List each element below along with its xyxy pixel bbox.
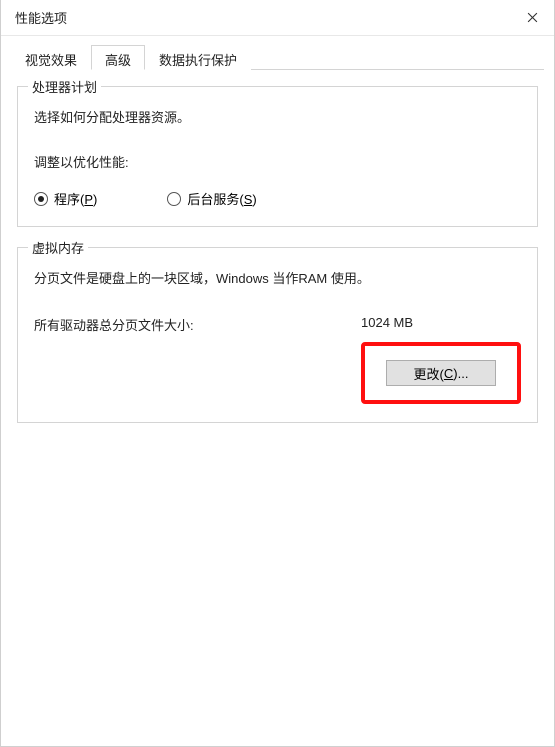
processor-desc: 选择如何分配处理器资源。 <box>34 107 521 126</box>
vm-total-value: 1024 MB <box>361 315 521 334</box>
radio-programs-circle <box>34 192 48 206</box>
processor-adjust-label: 调整以优化性能: <box>34 152 521 171</box>
radio-background-label: 后台服务(S) <box>187 189 256 208</box>
vm-total-label: 所有驱动器总分页文件大小: <box>34 315 361 334</box>
tab-advanced[interactable]: 高级 <box>91 45 145 70</box>
group-vm-legend: 虚拟内存 <box>28 238 88 257</box>
group-processor-legend: 处理器计划 <box>28 77 101 96</box>
vm-total-row: 所有驱动器总分页文件大小: 1024 MB <box>34 315 521 334</box>
change-button-highlight: 更改(C)... <box>361 342 521 404</box>
vm-desc: 分页文件是硬盘上的一块区域，Windows 当作RAM 使用。 <box>34 268 521 287</box>
radio-background[interactable]: 后台服务(S) <box>167 189 256 208</box>
radio-programs-label: 程序(P) <box>54 189 97 208</box>
close-icon <box>527 12 538 23</box>
radio-programs[interactable]: 程序(P) <box>34 189 97 208</box>
edge-shadow <box>0 0 1 746</box>
change-button[interactable]: 更改(C)... <box>386 360 496 386</box>
content: 视觉效果 高级 数据执行保护 处理器计划 选择如何分配处理器资源。 调整以优化性… <box>1 36 554 457</box>
tab-visual-effects[interactable]: 视觉效果 <box>11 45 91 70</box>
tab-dep[interactable]: 数据执行保护 <box>145 45 251 70</box>
window: 性能选项 视觉效果 高级 数据执行保护 处理器计划 选择如何分配处理器资源。 调… <box>0 0 555 747</box>
processor-radio-row: 程序(P) 后台服务(S) <box>34 189 521 208</box>
close-button[interactable] <box>510 0 554 36</box>
tab-panel-advanced: 处理器计划 选择如何分配处理器资源。 调整以优化性能: 程序(P) 后台服务(S… <box>11 70 544 449</box>
window-title: 性能选项 <box>15 8 510 27</box>
tab-bar: 视觉效果 高级 数据执行保护 <box>11 44 544 70</box>
group-virtual-memory: 虚拟内存 分页文件是硬盘上的一块区域，Windows 当作RAM 使用。 所有驱… <box>17 247 538 423</box>
titlebar: 性能选项 <box>1 0 554 36</box>
group-processor: 处理器计划 选择如何分配处理器资源。 调整以优化性能: 程序(P) 后台服务(S… <box>17 86 538 227</box>
radio-background-circle <box>167 192 181 206</box>
